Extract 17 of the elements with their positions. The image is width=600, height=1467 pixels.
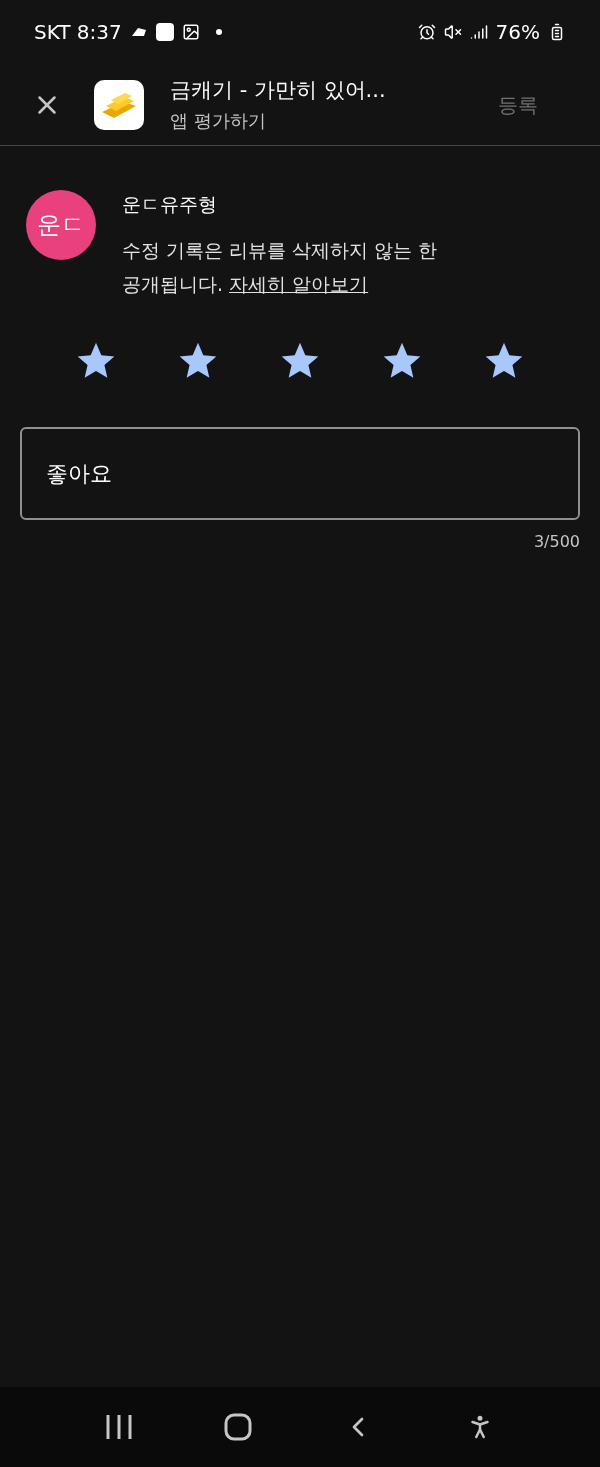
avatar: 운ㄷ	[26, 190, 96, 260]
character-counter: 3/500	[533, 530, 580, 553]
home-icon[interactable]	[223, 1413, 252, 1441]
signal-icon	[469, 23, 488, 41]
edit-history-notice: 수정 기록은 리뷰를 삭제하지 않는 한 공개됩니다. 자세히 알아보기	[122, 237, 439, 297]
mute-icon	[443, 23, 462, 41]
status-time: SKT 8:37	[34, 19, 122, 46]
page-subtitle: 앱 평가하기	[170, 108, 267, 133]
app-title: 금캐기 - 가만히 있어...	[170, 77, 387, 105]
alarm-icon	[417, 23, 436, 41]
battery-level: 76%	[495, 19, 540, 46]
review-field[interactable]: 좋아요	[20, 426, 580, 520]
learn-more-link[interactable]: 자세히 알아보기	[229, 272, 369, 295]
image-icon	[181, 23, 200, 41]
user-name: 운ㄷ유주형	[122, 192, 218, 217]
ingot-stack-icon	[94, 79, 144, 130]
recent-apps-icon[interactable]	[105, 1414, 134, 1440]
